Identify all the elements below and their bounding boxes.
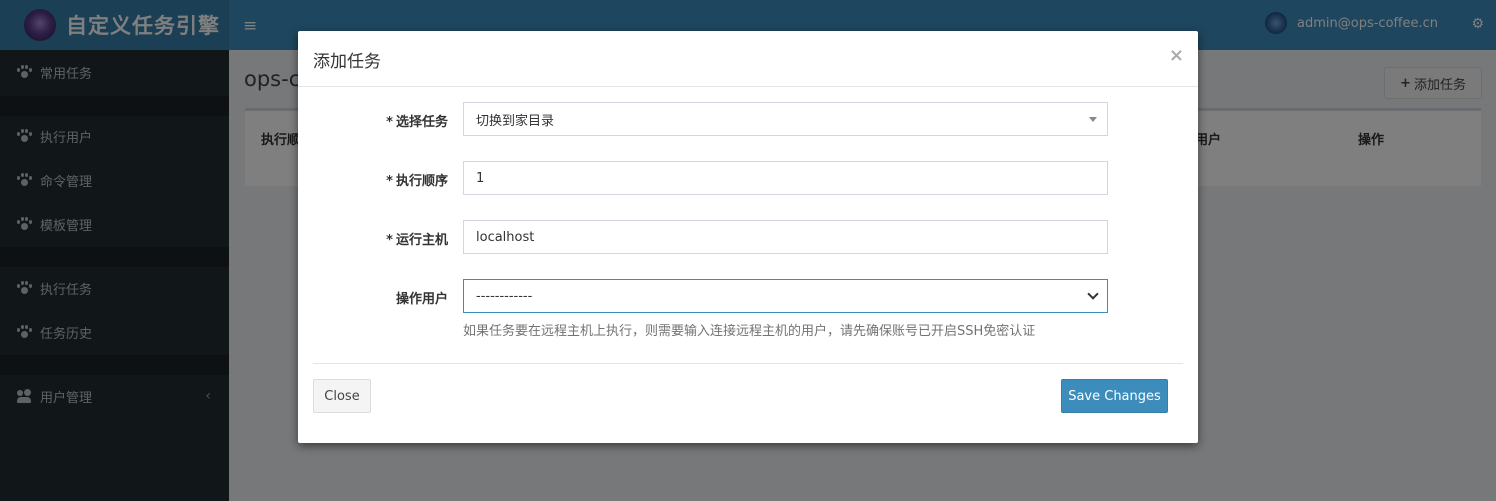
- task-select[interactable]: 切换到家目录: [463, 102, 1108, 136]
- modal-title: 添加任务: [313, 52, 381, 72]
- save-changes-button[interactable]: Save Changes: [1061, 379, 1168, 413]
- close-icon[interactable]: ×: [1169, 45, 1184, 66]
- order-input[interactable]: 1: [463, 161, 1108, 195]
- close-button[interactable]: Close: [313, 379, 371, 413]
- user-select-label: 操作用户: [395, 292, 448, 307]
- task-select-label-text: 选择任务: [395, 115, 448, 130]
- order-input-value: 1: [476, 170, 485, 186]
- host-label: * 运行主机: [298, 229, 448, 248]
- modal-header: 添加任务 ×: [298, 31, 1198, 87]
- order-label: * 执行顺序: [298, 170, 448, 189]
- chevron-down-icon: [1087, 288, 1099, 300]
- host-label-text: 运行主机: [395, 233, 448, 248]
- modal-footer: [313, 363, 1183, 443]
- caret-down-icon: [1089, 117, 1097, 122]
- user-select[interactable]: ------------: [463, 279, 1108, 313]
- task-select-value: 切换到家目录: [476, 113, 555, 129]
- host-input-value: localhost: [476, 229, 535, 245]
- host-input[interactable]: localhost: [463, 220, 1108, 254]
- required-mark: *: [386, 115, 393, 130]
- order-label-text: 执行顺序: [395, 174, 448, 189]
- required-mark: *: [386, 233, 393, 248]
- add-task-modal: 添加任务 × * 选择任务 切换到家目录 * 执行顺序 1 * 运行主机 localh…: [298, 31, 1198, 443]
- user-select-value: ------------: [476, 288, 533, 304]
- task-select-label: * 选择任务: [298, 111, 448, 130]
- help-text: 如果任务要在远程主机上执行，则需要输入连接远程主机的用户，请先确保账号已开启SS…: [463, 324, 1036, 339]
- required-mark: *: [386, 174, 393, 189]
